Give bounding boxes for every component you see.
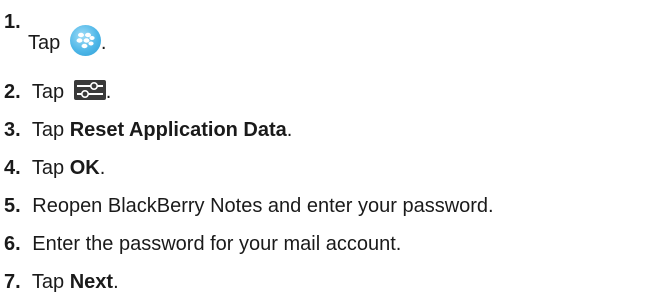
step-text-post: . bbox=[286, 119, 293, 141]
step-text-bold: OK bbox=[69, 157, 100, 179]
step-number: 6. bbox=[4, 233, 21, 255]
step-text: Tap bbox=[31, 119, 65, 141]
step-number: 1. bbox=[4, 11, 21, 33]
step-text: Enter the password for your mail account… bbox=[32, 233, 402, 255]
step-text-post: . bbox=[105, 81, 112, 103]
step-text: Tap bbox=[31, 157, 65, 179]
step-text: Tap bbox=[28, 32, 61, 54]
step-5: 5. Reopen BlackBerry Notes and enter you… bbox=[4, 194, 494, 218]
step-text-post: . bbox=[99, 157, 106, 179]
step-number: 2. bbox=[4, 81, 21, 103]
step-number: 7. bbox=[4, 271, 21, 293]
step-4: 4. Tap OK. bbox=[4, 156, 105, 180]
step-text-post: . bbox=[100, 32, 107, 54]
step-3: 3. Tap Reset Application Data. bbox=[4, 118, 292, 142]
step-text: Tap bbox=[31, 271, 65, 293]
step-7: 7. Tap Next. bbox=[4, 270, 119, 294]
step-text: Tap bbox=[31, 81, 65, 103]
step-2: 2. Tap . bbox=[4, 80, 111, 104]
step-text: Reopen BlackBerry Notes and enter your p… bbox=[32, 195, 494, 217]
step-text-bold: Reset Application Data bbox=[69, 119, 287, 141]
step-text-bold: Next bbox=[69, 271, 114, 293]
blackberry-hub-icon bbox=[69, 25, 101, 56]
step-number: 5. bbox=[4, 195, 21, 217]
settings-sliders-icon bbox=[73, 80, 106, 100]
step-number: 4. bbox=[4, 157, 21, 179]
step-number: 3. bbox=[4, 119, 21, 141]
step-6: 6. Enter the password for your mail acco… bbox=[4, 232, 401, 256]
step-text-post: . bbox=[113, 271, 119, 293]
